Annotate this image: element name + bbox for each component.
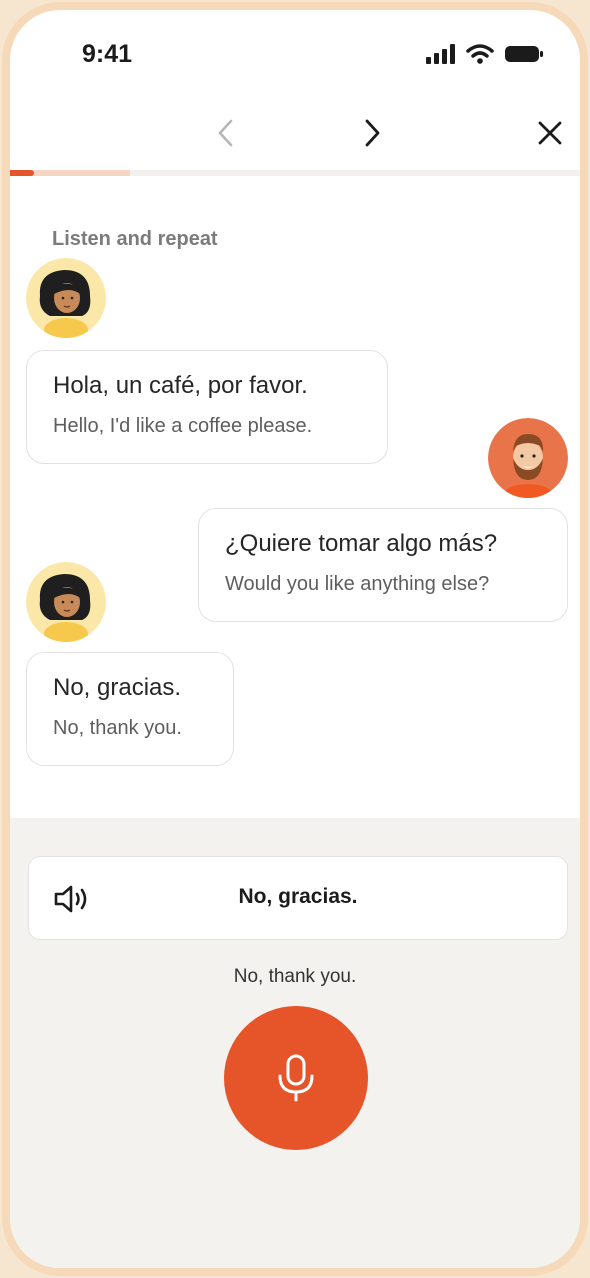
microphone-icon: [278, 1054, 314, 1102]
woman-avatar-icon: [26, 258, 106, 338]
man-avatar: [488, 418, 568, 498]
woman-avatar: [26, 258, 106, 338]
signal-icon: [426, 44, 455, 64]
wifi-icon: [466, 44, 494, 64]
battery-icon: [505, 46, 543, 62]
message-translation: Would you like anything else?: [225, 573, 490, 595]
phrase-card: No, gracias.: [28, 856, 568, 940]
message-spanish: Hola, un café, por favor.: [53, 372, 308, 399]
close-icon: [538, 121, 562, 145]
message-bubble: No, gracias. No, thank you.: [26, 652, 234, 766]
record-button[interactable]: [224, 1006, 368, 1150]
practice-phrase: No, gracias.: [238, 885, 358, 908]
message-bubble: ¿Quiere tomar algo más? Would you like a…: [198, 508, 568, 622]
chevron-left-icon: [218, 119, 233, 147]
status-bar: 9:41: [10, 10, 580, 100]
chevron-right-icon: [365, 119, 380, 147]
message-spanish: No, gracias.: [53, 674, 182, 701]
lesson-progress-marker: [10, 170, 34, 176]
message-translation: No, thank you.: [53, 717, 182, 739]
practice-translation: No, thank you.: [233, 966, 357, 987]
practice-panel: No, gracias. No, thank you.: [10, 818, 580, 1268]
lesson-progress-bar: [10, 170, 580, 176]
close-button[interactable]: [530, 113, 570, 153]
lesson-navbar: [10, 105, 580, 165]
message-bubble: Hola, un café, por favor. Hello, I'd lik…: [26, 350, 388, 464]
man-avatar-icon: [488, 418, 568, 498]
message-translation: Hello, I'd like a coffee please.: [53, 415, 313, 437]
lesson-progress-fill: [10, 170, 130, 176]
instruction-label: Listen and repeat: [52, 228, 218, 250]
status-icons: [426, 44, 544, 64]
woman-avatar: [26, 562, 106, 642]
woman-avatar-icon: [26, 562, 106, 642]
phone-screen: 9:41 Listen and repeat Hola, un café, po…: [2, 2, 588, 1276]
status-time: 9:41: [82, 40, 133, 68]
previous-button[interactable]: [206, 113, 246, 153]
next-button[interactable]: [352, 113, 392, 153]
message-spanish: ¿Quiere tomar algo más?: [225, 530, 498, 557]
